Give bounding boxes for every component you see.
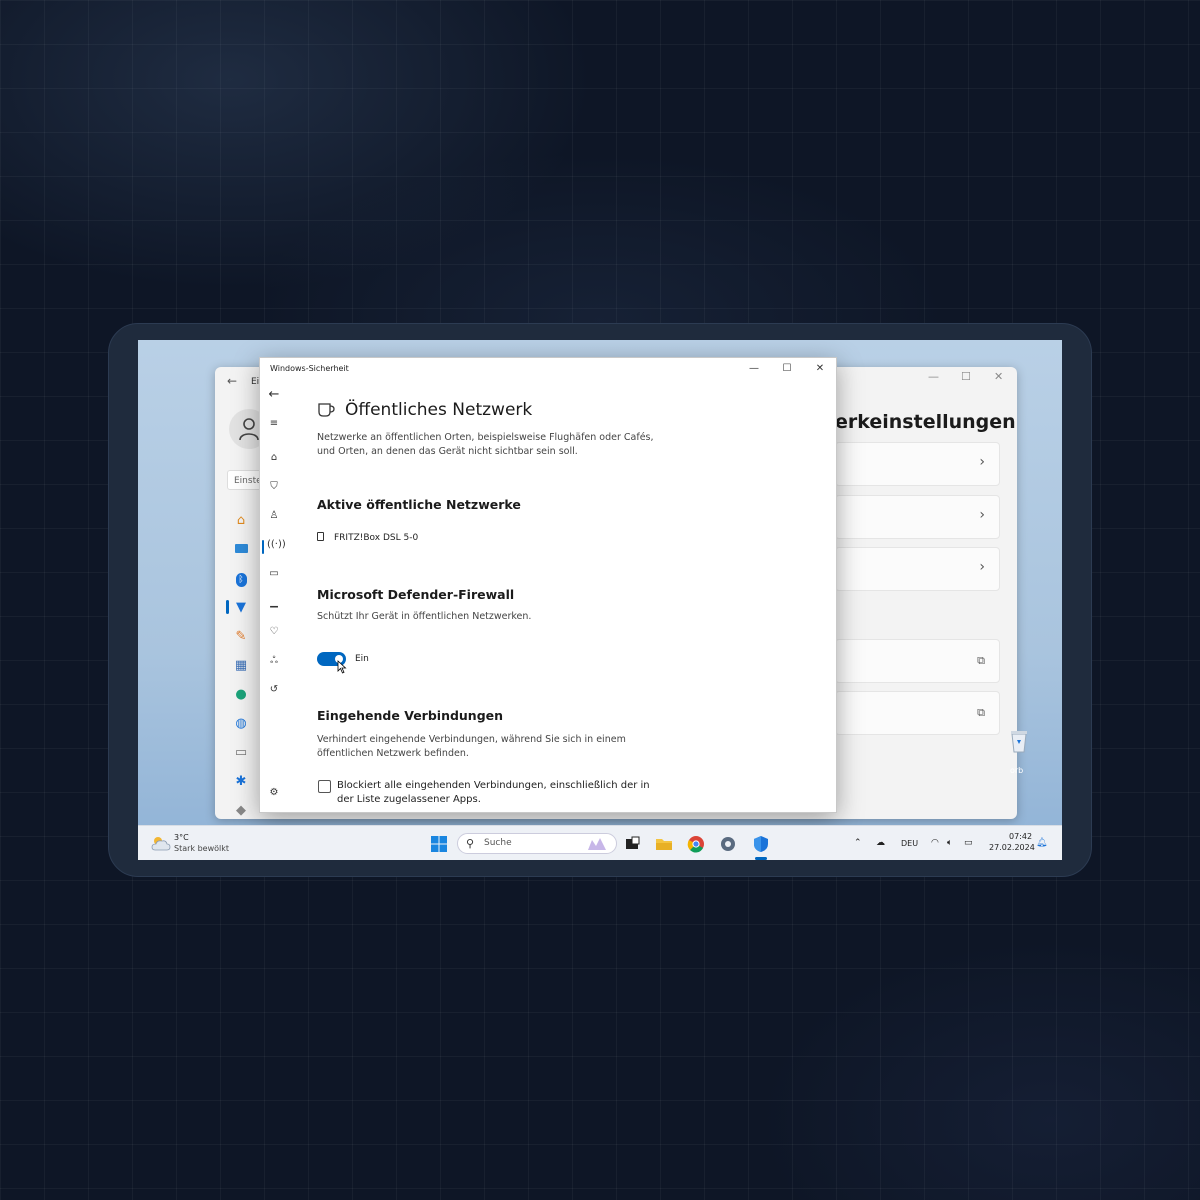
active-app-indicator xyxy=(755,857,767,860)
onedrive-icon[interactable]: ☁ xyxy=(876,838,885,848)
settings-back-icon[interactable]: ← xyxy=(227,374,237,388)
external-link-icon: ⧉ xyxy=(977,654,985,667)
minimize-button[interactable]: — xyxy=(744,361,764,377)
settings-gear-icon[interactable] xyxy=(718,834,738,854)
wifi-icon[interactable]: ◠ xyxy=(931,838,939,848)
settings-card-2[interactable]: › xyxy=(835,495,1000,539)
nav-selection-indicator xyxy=(262,540,264,554)
firewall-toggle-label: Ein xyxy=(355,654,369,664)
firewall-heading: Microsoft Defender-Firewall xyxy=(317,587,515,602)
task-view-icon[interactable] xyxy=(622,834,642,854)
clock-time[interactable]: 07:42 xyxy=(1009,832,1032,841)
block-incoming-checkbox[interactable] xyxy=(318,780,331,793)
family-icon[interactable]: ஃ xyxy=(267,654,281,668)
bluetooth-icon[interactable]: ᛒ xyxy=(233,571,249,587)
windows-security-dialog: Windows-Sicherheit — ☐ ✕ ← ≡ ⌂ ⛉ ♙ ((·))… xyxy=(259,357,837,813)
settings-title: Ei xyxy=(251,377,260,387)
mouse-cursor-icon xyxy=(337,660,347,674)
apps-icon[interactable]: ▦ xyxy=(233,658,249,674)
shield-icon[interactable]: ⛉ xyxy=(267,480,281,494)
user-icon xyxy=(239,418,259,441)
selection-indicator xyxy=(226,600,229,614)
window-title: Windows-Sicherheit xyxy=(270,364,349,373)
device-security-icon[interactable]: ▁ xyxy=(267,596,281,610)
settings-maximize-button[interactable]: ☐ xyxy=(961,370,971,383)
home-icon[interactable]: ⌂ xyxy=(233,513,249,529)
battery-icon[interactable]: ▭ xyxy=(964,838,973,848)
chevron-right-icon: › xyxy=(979,559,985,575)
network-name: FRITZ!Box DSL 5-0 xyxy=(334,533,419,543)
chrome-icon[interactable] xyxy=(686,834,706,854)
maximize-button[interactable]: ☐ xyxy=(777,361,797,377)
clock-date[interactable]: 27.02.2024 xyxy=(989,843,1035,852)
search-icon: ⚲ xyxy=(466,837,475,850)
settings-card-1[interactable]: › xyxy=(835,442,1000,486)
network-device-icon xyxy=(317,532,324,541)
desktop-screen: ← Ei — ☐ ✕ Einste ⌂ ᛒ ▼ ✎ ▦ ● ◍ ▭ ✱ ◆ er… xyxy=(138,340,1062,860)
weather-temperature: 3°C xyxy=(174,833,189,842)
settings-icon[interactable]: ⚙ xyxy=(267,786,281,800)
windows-security-shield-icon[interactable] xyxy=(751,834,771,854)
recycle-bin-icon[interactable] xyxy=(1008,728,1030,754)
show-hidden-icons-icon[interactable]: ⌃ xyxy=(854,838,862,848)
settings-link-card-1[interactable]: ⧉ xyxy=(835,639,1000,683)
cloudy-weather-icon[interactable] xyxy=(151,835,171,851)
close-button[interactable]: ✕ xyxy=(810,361,830,377)
settings-card-3[interactable]: › xyxy=(835,547,1000,591)
volume-icon[interactable]: 🔈︎ xyxy=(947,838,952,848)
taskbar-search-input[interactable]: ⚲ Suche xyxy=(457,833,617,854)
history-icon[interactable]: ↺ xyxy=(267,683,281,697)
health-icon[interactable]: ♡ xyxy=(267,625,281,639)
gaming-icon[interactable]: ▭ xyxy=(233,745,249,761)
search-highlight-icon xyxy=(588,838,606,850)
desktop-icon-label: orb xyxy=(1010,766,1024,775)
firewall-description: Schützt Ihr Gerät in öffentlichen Netzwe… xyxy=(317,611,532,622)
page-description: Netzwerke an öffentlichen Orten, beispie… xyxy=(317,432,654,457)
network-list-item: FRITZ!Box DSL 5-0 xyxy=(317,532,418,543)
network-icon[interactable]: ▼ xyxy=(233,600,249,616)
block-incoming-label: Blockiert alle eingehenden Verbindungen,… xyxy=(337,780,650,805)
file-explorer-icon[interactable] xyxy=(654,834,674,854)
chevron-right-icon: › xyxy=(979,507,985,523)
incoming-connections-heading: Eingehende Verbindungen xyxy=(317,708,504,723)
language-indicator[interactable]: DEU xyxy=(901,839,918,848)
page-title: Öffentliches Netzwerk xyxy=(345,400,533,420)
accessibility-icon[interactable]: ✱ xyxy=(233,774,249,790)
taskbar-search-placeholder: Suche xyxy=(484,838,512,848)
taskbar: 3°C Stark bewölkt ⚲ Suche ⌃ ☁ DEU ◠ 🔈︎ ▭… xyxy=(138,825,1062,860)
notification-bell-icon[interactable]: 🔔︎ xyxy=(1036,838,1047,848)
personalization-icon[interactable]: ✎ xyxy=(233,629,249,645)
app-browser-icon[interactable]: ▭ xyxy=(267,567,281,581)
home-icon[interactable]: ⌂ xyxy=(267,451,281,465)
active-networks-heading: Aktive öffentliche Netzwerke xyxy=(317,497,521,512)
weather-description: Stark bewölkt xyxy=(174,844,230,853)
back-arrow-icon[interactable]: ← xyxy=(267,388,281,402)
settings-close-button[interactable]: ✕ xyxy=(994,370,1003,383)
coffee-cup-icon xyxy=(318,403,335,417)
chevron-right-icon: › xyxy=(979,454,985,470)
settings-link-card-2[interactable]: ⧉ xyxy=(835,691,1000,735)
time-language-icon[interactable]: ◍ xyxy=(233,716,249,732)
account-icon[interactable]: ♙ xyxy=(267,509,281,523)
external-link-icon: ⧉ xyxy=(977,706,985,719)
system-icon[interactable] xyxy=(233,542,249,558)
accounts-icon[interactable]: ● xyxy=(233,687,249,703)
hamburger-menu-icon[interactable]: ≡ xyxy=(267,417,281,431)
network-icon[interactable]: ((·)) xyxy=(267,538,286,552)
title-bar: Windows-Sicherheit — ☐ ✕ xyxy=(260,358,836,380)
windows-start-icon[interactable] xyxy=(429,834,449,854)
settings-heading: erkeinstellungen xyxy=(835,411,1016,433)
privacy-icon[interactable]: ◆ xyxy=(233,803,249,819)
settings-minimize-button[interactable]: — xyxy=(928,370,939,383)
incoming-connections-description: Verhindert eingehende Verbindungen, währ… xyxy=(317,734,626,759)
